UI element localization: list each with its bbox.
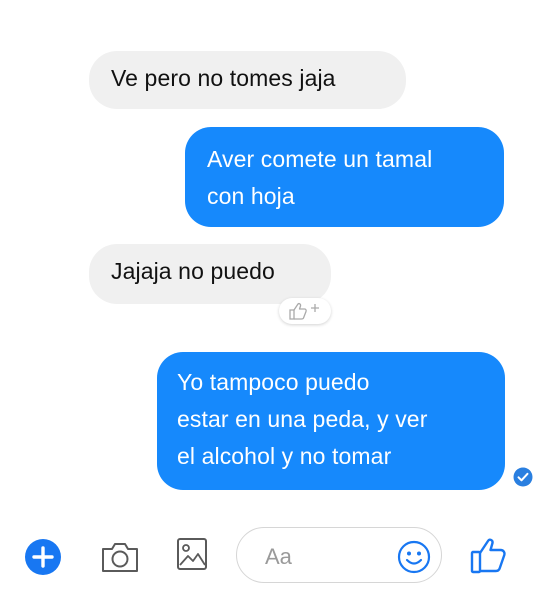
message-input[interactable]: Aa [236,527,442,583]
add-reaction-button[interactable] [279,298,331,324]
thumbs-up-icon[interactable] [468,535,512,575]
incoming-message[interactable]: Ve pero no tomes jaja [89,51,406,109]
outgoing-message[interactable]: Aver comete un tamal con hoja [185,127,504,227]
image-icon[interactable] [175,535,209,573]
emoji-icon[interactable] [397,540,431,574]
message-input-placeholder: Aa [265,544,292,569]
camera-icon[interactable] [100,539,140,575]
plus-icon[interactable] [24,538,62,576]
incoming-message[interactable]: Jajaja no puedo [89,244,331,304]
thumbs-up-add-reaction-icon [289,302,319,320]
message-composer: Aa [0,505,539,597]
check-circle-icon [513,467,533,487]
outgoing-message[interactable]: Yo tampoco puedo estar en una peda, y ve… [157,352,505,490]
